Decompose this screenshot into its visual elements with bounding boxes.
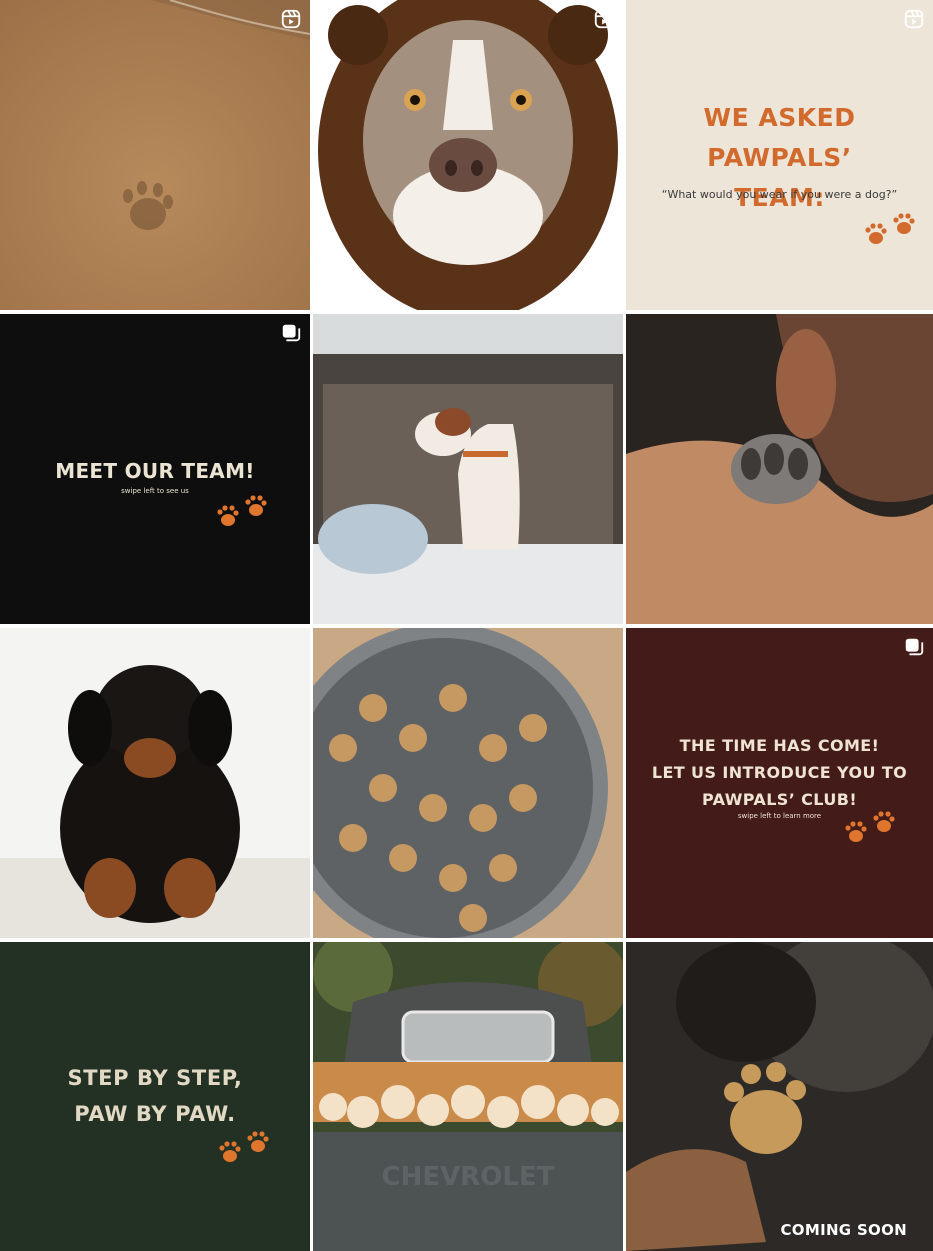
post-heading: STEP BY STEP, PAW BY PAW. <box>0 1060 310 1132</box>
post-tile-dog-in-car[interactable] <box>313 314 623 624</box>
post-tile-puppies-truck[interactable]: CHEVROLET <box>313 942 623 1251</box>
post-heading: THE TIME HAS COME! LET US INTRODUCE YOU … <box>626 732 933 813</box>
post-tile-step-by-step[interactable]: STEP BY STEP, PAW BY PAW. <box>0 942 310 1251</box>
post-tile-black-puppy[interactable] <box>0 628 310 938</box>
paw-prints-icon <box>214 494 272 536</box>
post-tile-paw-on-shoulder[interactable] <box>626 314 933 624</box>
heading-line: STEP BY STEP, <box>67 1066 243 1090</box>
post-tile-beach-paw-print[interactable] <box>0 0 310 310</box>
heading-line: WE ASKED PAWPALS’ <box>703 103 856 172</box>
reel-icon <box>280 8 302 30</box>
post-quote: “What would you wear if you were a dog?” <box>661 188 898 201</box>
carousel-icon <box>280 322 302 344</box>
paw-treat-image <box>626 942 933 1251</box>
post-tile-coming-soon[interactable]: COMING SOON <box>626 942 933 1251</box>
post-tile-treat-bowl[interactable] <box>313 628 623 938</box>
carousel-icon <box>903 636 925 658</box>
paw-prints-icon <box>842 810 900 852</box>
heading-line: LET US INTRODUCE YOU TO <box>651 763 908 782</box>
truck-brand-text: CHEVROLET <box>382 1162 555 1192</box>
post-tile-dog-bear-costume[interactable] <box>313 0 623 310</box>
dog-car-image <box>313 314 623 624</box>
post-tile-pawpals-club[interactable]: THE TIME HAS COME! LET US INTRODUCE YOU … <box>626 628 933 938</box>
heading-line: PAW BY PAW. <box>74 1102 236 1126</box>
dog-costume-image <box>313 0 623 310</box>
puppies-truck-image: CHEVROLET <box>313 942 623 1251</box>
beach-sand-image <box>0 0 310 310</box>
post-tile-we-asked-team[interactable]: WE ASKED PAWPALS’ TEAM: “What would you … <box>626 0 933 310</box>
reel-icon <box>593 8 615 30</box>
puppy-image <box>0 628 310 938</box>
profile-grid: WE ASKED PAWPALS’ TEAM: “What would you … <box>0 0 933 1251</box>
post-heading: MEET OUR TEAM! <box>55 459 255 483</box>
paw-prints-icon <box>862 212 920 254</box>
paw-shoulder-image <box>626 314 933 624</box>
post-tile-meet-our-team[interactable]: MEET OUR TEAM! swipe left to see us <box>0 314 310 624</box>
coming-soon-caption: COMING SOON <box>780 1221 907 1239</box>
reel-icon <box>903 8 925 30</box>
heading-line: PAWPALS’ CLUB! <box>701 790 858 809</box>
treat-bowl-image <box>313 628 623 938</box>
paw-prints-icon <box>216 1130 274 1172</box>
heading-line: THE TIME HAS COME! <box>679 736 880 755</box>
